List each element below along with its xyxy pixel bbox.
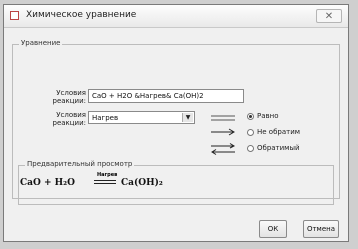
window-title: Химическое уравнение xyxy=(26,10,137,20)
equation-group-title: Уравнение xyxy=(19,39,63,47)
radio-irreversible-label: Не обратим xyxy=(257,128,301,136)
condition-select[interactable]: Нагрев ▼ xyxy=(88,111,195,124)
app-icon xyxy=(10,11,19,20)
preview-reactants: CaO + H₂O xyxy=(20,178,75,188)
preview-products: Ca(OH)₂ xyxy=(121,178,163,188)
preview-group-title: Предварительный просмотр xyxy=(25,160,135,168)
cancel-button[interactable]: Отмена xyxy=(303,220,339,238)
radio-irreversible-dot[interactable] xyxy=(247,128,254,136)
close-button[interactable]: ✕ xyxy=(316,9,342,23)
preview-equals-line-bottom xyxy=(94,183,116,184)
forward-arrow-icon xyxy=(211,128,235,136)
condition-select-value: Нагрев xyxy=(92,114,119,122)
condition-label: Условия реакции: xyxy=(52,111,87,127)
reversible-arrow-icon xyxy=(211,143,236,155)
chemical-equation-dialog: Химическое уравнение ✕ Уравнение Условия… xyxy=(3,4,349,242)
radio-reversible-dot[interactable] xyxy=(247,144,254,152)
radio-reversible-label: Обратимый xyxy=(257,144,300,152)
chevron-down-icon[interactable]: ▼ xyxy=(182,113,193,122)
equation-input[interactable]: CaO + H2O &Нагрев& Ca(OH)2 xyxy=(88,89,244,103)
radio-irreversible[interactable]: Не обратим xyxy=(247,128,300,136)
radio-equals-label: Равно xyxy=(257,112,279,120)
equals-symbol-icon xyxy=(211,115,235,121)
radio-equals[interactable]: Равно xyxy=(247,112,279,120)
title-bar[interactable]: Химическое уравнение ✕ xyxy=(4,5,348,28)
equation-label: Условия реакции: xyxy=(52,89,87,105)
radio-equals-dot[interactable] xyxy=(247,112,254,120)
preview-condition: Нагрев xyxy=(97,172,118,178)
preview-equals-line-top xyxy=(94,180,116,181)
ok-button[interactable]: ОК xyxy=(259,220,287,238)
radio-reversible[interactable]: Обратимый xyxy=(247,144,300,152)
